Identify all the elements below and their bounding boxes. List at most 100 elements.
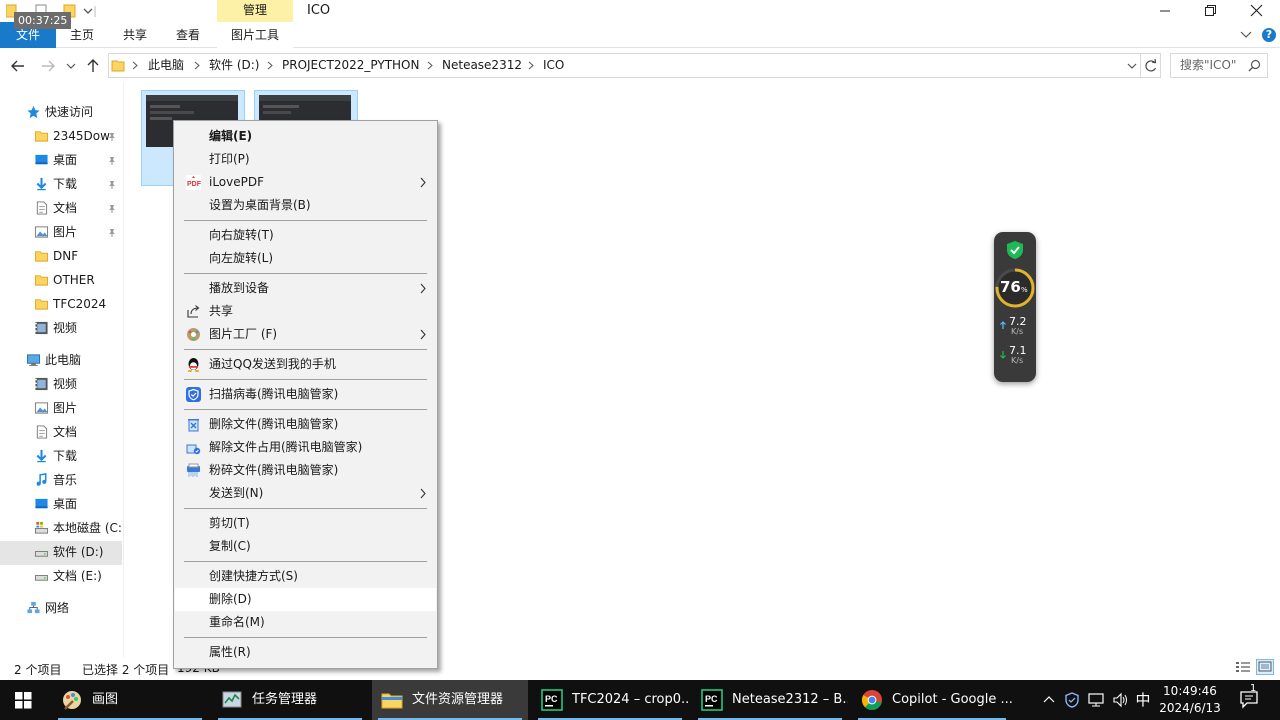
ribbon-expand-button[interactable] (1240, 30, 1252, 40)
nav-item-quick[interactable]: 桌面 (0, 148, 122, 172)
nav-item-quick[interactable]: OTHER (0, 268, 122, 292)
show-hidden-icons-button[interactable] (1040, 680, 1058, 720)
quick-access-icon (27, 105, 40, 119)
menu-item[interactable]: 发送到(N) (175, 482, 436, 505)
nav-item-quick[interactable]: DNF (0, 244, 122, 268)
tencent-delete-icon (188, 419, 199, 432)
nav-item-pc[interactable]: 文档 (0, 420, 122, 444)
folder-icon (34, 131, 49, 142)
taskbar-app-button[interactable]: PC TFC2024 – crop0... (532, 680, 688, 720)
tab-view[interactable]: 查看 (164, 22, 212, 48)
menu-item[interactable]: 创建快捷方式(S) (175, 565, 436, 588)
nav-item-quick[interactable]: 文档 (0, 196, 122, 220)
nav-item-pc[interactable]: 下载 (0, 444, 122, 468)
tencent-unlock-icon (186, 444, 201, 455)
usage-percent: 76 (1000, 278, 1021, 296)
menu-item[interactable]: 解除文件占用(腾讯电脑管家) (175, 436, 436, 459)
nav-item-pc[interactable]: 桌面 (0, 492, 122, 516)
menu-item[interactable]: 图片工厂 (F) (175, 323, 436, 346)
breadcrumb-ico[interactable]: ICO (543, 58, 564, 72)
restore-button[interactable] (1188, 0, 1234, 22)
up-button[interactable] (85, 58, 101, 74)
forward-button[interactable] (40, 58, 56, 74)
notification-count: 1 (1250, 683, 1257, 694)
address-history-button[interactable] (1127, 62, 1137, 70)
taskbar-app-button[interactable]: 画图 (52, 680, 208, 720)
menu-item[interactable]: 重命名(M) (175, 611, 436, 634)
menu-item[interactable]: 扫描病毒(腾讯电脑管家) (175, 383, 436, 406)
context-menu: 编辑(E) 打印(P) PDF iLovePDF 设置为桌面背景(B) 向右旋转(T) 向左… (173, 120, 438, 669)
menu-item[interactable]: 属性(R) (175, 641, 436, 664)
nav-network[interactable]: 网络 (0, 596, 122, 620)
nav-item-quick[interactable]: 图片 (0, 220, 122, 244)
breadcrumb-netease[interactable]: Netease2312 (442, 58, 522, 72)
menu-item[interactable]: 删除(D) (175, 588, 436, 611)
menu-item[interactable]: 打印(P) (175, 148, 436, 171)
restore-icon (1205, 5, 1216, 16)
large-icons-view-button[interactable] (1256, 659, 1274, 675)
nav-item-pc[interactable]: 视频 (0, 372, 122, 396)
breadcrumb-this-pc[interactable]: 此电脑 (148, 58, 184, 72)
nav-this-pc[interactable]: 此电脑 (0, 348, 122, 372)
chevron-right-icon (132, 61, 138, 70)
tray-volume-icon[interactable] (1110, 680, 1130, 720)
nav-item-pc[interactable]: 音乐 (0, 468, 122, 492)
breadcrumb-project[interactable]: PROJECT2022_PYTHON (282, 58, 419, 72)
menu-item[interactable]: 删除文件(腾讯电脑管家) (175, 413, 436, 436)
nav-item-quick[interactable]: 下载 (0, 172, 122, 196)
menu-item[interactable]: 向左旋转(L) (175, 247, 436, 270)
nav-item-label: 音乐 (53, 473, 78, 487)
nav-item-pc[interactable]: 本地磁盘 (C:) (0, 516, 122, 540)
context-tab-manage[interactable]: 管理 (217, 0, 293, 22)
minimize-button[interactable] (1142, 0, 1188, 22)
folder-icon (34, 275, 49, 286)
taskbar-clock[interactable]: 10:49:46 2024/6/13 (1153, 683, 1227, 717)
taskbar-app-button[interactable]: PC Netease2312 – B... (692, 680, 848, 720)
close-button[interactable] (1234, 0, 1280, 22)
menu-item[interactable]: 设置为桌面背景(B) (175, 194, 436, 217)
taskbar-app-button[interactable]: 文件资源管理器 (372, 680, 528, 720)
menu-item-label: 向右旋转(T) (209, 228, 274, 242)
pin-icon (109, 157, 115, 165)
tray-network-icon[interactable] (1086, 680, 1106, 720)
start-button[interactable] (0, 680, 46, 720)
nav-item-pc[interactable]: 软件 (D:) (0, 540, 122, 564)
taskbar-app-button[interactable]: 任务管理器 (212, 680, 368, 720)
recent-locations-button[interactable] (66, 62, 76, 70)
system-drive-icon (34, 521, 49, 534)
menu-item[interactable]: 剪切(T) (175, 512, 436, 535)
menu-item[interactable]: 向右旋转(T) (175, 224, 436, 247)
tray-security-icon[interactable] (1062, 680, 1082, 720)
ime-indicator[interactable]: 中 (1134, 680, 1152, 720)
nav-quick-access[interactable]: 快速访问 (0, 100, 122, 124)
details-view-button[interactable] (1235, 660, 1251, 674)
back-button[interactable] (10, 58, 26, 74)
nav-item-pc[interactable]: 图片 (0, 396, 122, 420)
menu-item[interactable]: 共享 (175, 300, 436, 323)
menu-item[interactable]: 编辑(E) (175, 125, 436, 148)
tab-picture-tools[interactable]: 图片工具 (217, 22, 293, 48)
nav-item-quick[interactable]: TFC2024 (0, 292, 122, 316)
menu-item-label: 删除(D) (209, 592, 252, 606)
nav-item-quick[interactable]: 视频 (0, 316, 122, 340)
nav-item-quick[interactable]: 2345Dow (0, 124, 122, 148)
network-speed-widget[interactable]: 76 % 7.2 K/s 7.1 K/s (994, 232, 1036, 382)
chevron-down-icon (1127, 63, 1137, 69)
help-button[interactable]: ? (1262, 28, 1276, 42)
breadcrumb-drive-d[interactable]: 软件 (D:) (209, 58, 259, 72)
taskbar-app-button[interactable]: Copilot - Google ... (852, 680, 1012, 720)
chevron-down-icon (1240, 31, 1252, 38)
menu-item[interactable]: 粉碎文件(腾讯电脑管家) (175, 459, 436, 482)
folder-icon (34, 299, 49, 310)
menu-item[interactable]: 播放到设备 (175, 277, 436, 300)
nav-item-pc[interactable]: 文档 (E:) (0, 564, 122, 588)
menu-item[interactable]: 复制(C) (175, 535, 436, 558)
desktop-icon (35, 498, 48, 509)
address-bar[interactable] (108, 53, 1141, 78)
refresh-button[interactable] (1141, 53, 1161, 78)
tab-share[interactable]: 共享 (111, 22, 159, 48)
menu-item[interactable]: PDF iLovePDF (175, 171, 436, 194)
pycharm-icon: PC (541, 689, 563, 711)
action-center-button[interactable]: 1 (1236, 680, 1266, 720)
menu-item[interactable]: 通过QQ发送到我的手机 (175, 353, 436, 376)
